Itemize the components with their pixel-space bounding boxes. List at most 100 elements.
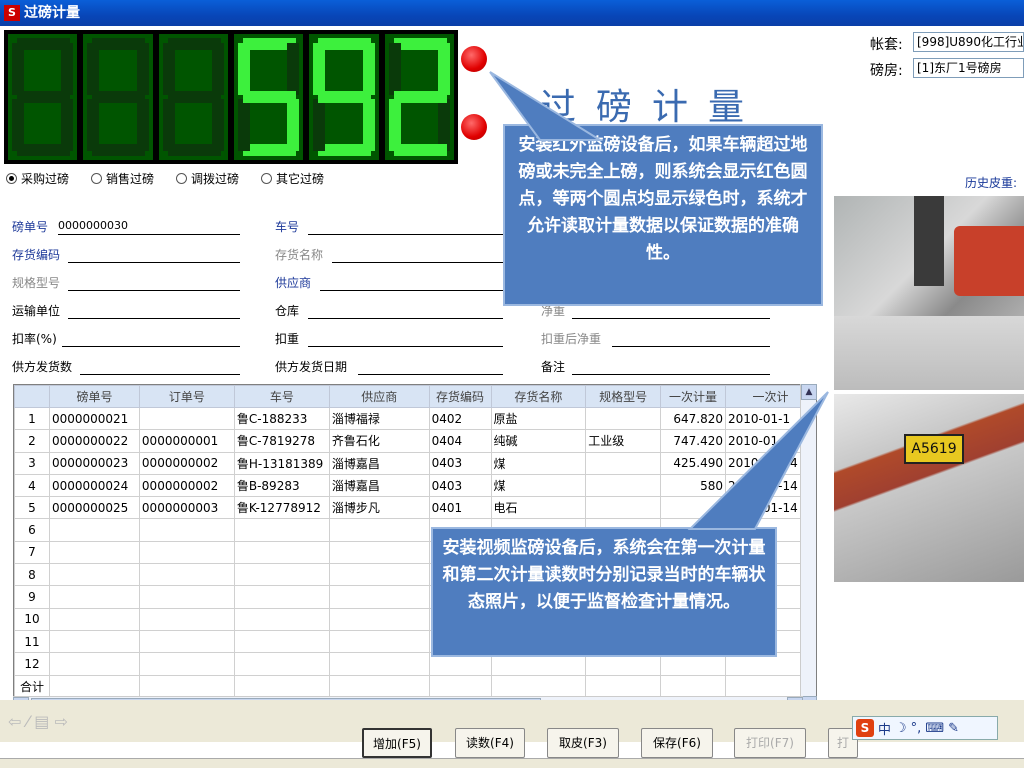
- ime-toolbar[interactable]: S 中 ☽ °, ⌨ ✎: [852, 716, 998, 740]
- table-cell[interactable]: [48, 563, 140, 587]
- table-row[interactable]: 合计: [14, 674, 816, 698]
- table-cell[interactable]: 鲁C-7819278: [233, 429, 330, 453]
- table-cell[interactable]: 工业级: [585, 429, 662, 453]
- table-row[interactable]: 2 0000000022 0000000001 鲁C-7819278 齐鲁石化 0404 纯…: [14, 429, 816, 453]
- table-cell[interactable]: 0000000002: [138, 473, 235, 498]
- column-header[interactable]: 车号: [233, 385, 330, 408]
- table-cell[interactable]: 580: [660, 473, 726, 498]
- table-cell[interactable]: [233, 607, 330, 631]
- table-cell[interactable]: [138, 629, 235, 654]
- table-cell[interactable]: [48, 518, 140, 542]
- table-cell[interactable]: [328, 674, 430, 698]
- table-cell[interactable]: 425.490: [660, 451, 726, 475]
- table-cell[interactable]: [233, 629, 330, 654]
- radio-weigh-type[interactable]: 其它过磅: [261, 170, 324, 187]
- table-cell[interactable]: 淄博福禄: [328, 406, 430, 431]
- table-vertical-scrollbar[interactable]: ▲ ▼: [800, 384, 817, 712]
- table-cell[interactable]: 淄博步凡: [328, 496, 430, 520]
- table-cell[interactable]: [328, 607, 430, 631]
- table-cell[interactable]: 纯碱: [490, 429, 587, 453]
- table-cell[interactable]: 0403: [428, 451, 492, 475]
- history-tare-link[interactable]: 历史皮重:: [965, 174, 1017, 191]
- column-header[interactable]: 一次计量: [660, 385, 726, 408]
- table-cell[interactable]: 鲁H-13181389: [233, 451, 330, 475]
- table-cell[interactable]: [585, 473, 662, 498]
- table-cell[interactable]: [138, 585, 235, 609]
- table-cell[interactable]: 0402: [428, 406, 492, 431]
- table-cell[interactable]: 电石: [490, 496, 587, 520]
- table-cell[interactable]: 鲁B-89283: [233, 473, 330, 498]
- table-cell[interactable]: [233, 585, 330, 609]
- remark-field[interactable]: [572, 374, 770, 375]
- table-cell[interactable]: [328, 585, 430, 609]
- table-cell[interactable]: [328, 629, 430, 654]
- table-cell[interactable]: 0000000001: [138, 429, 235, 453]
- table-cell[interactable]: 0404: [428, 429, 492, 453]
- sup-date-field[interactable]: [358, 374, 503, 375]
- action-button[interactable]: 增加(F5): [362, 728, 432, 758]
- table-cell[interactable]: [660, 674, 726, 698]
- table-cell[interactable]: [138, 518, 235, 542]
- net-after-field[interactable]: [612, 346, 770, 347]
- column-header[interactable]: 存货编码: [428, 385, 492, 408]
- radio-circle-icon[interactable]: [176, 173, 188, 184]
- scroll-up-icon[interactable]: ▲: [801, 384, 817, 400]
- table-cell[interactable]: [328, 563, 430, 587]
- table-cell[interactable]: [428, 674, 492, 698]
- table-cell[interactable]: [585, 496, 662, 520]
- ticket-no-value[interactable]: 0000000030: [58, 219, 128, 232]
- table-cell[interactable]: [48, 629, 140, 654]
- table-cell[interactable]: [138, 406, 235, 431]
- table-cell[interactable]: [660, 496, 726, 520]
- table-row[interactable]: 3 0000000023 0000000002 鲁H-13181389 淄博嘉昌 0403…: [14, 451, 816, 475]
- warehouse-field[interactable]: [308, 318, 503, 319]
- table-cell[interactable]: 淄博嘉昌: [328, 473, 430, 498]
- table-cell[interactable]: [138, 563, 235, 587]
- inv-code-field[interactable]: [68, 262, 240, 263]
- table-cell[interactable]: [138, 540, 235, 565]
- spec-field[interactable]: [68, 290, 240, 291]
- table-cell[interactable]: 0000000021: [48, 406, 140, 431]
- table-row[interactable]: 4 0000000024 0000000002 鲁B-89283 淄博嘉昌 0403 煤 58…: [14, 473, 816, 498]
- transport-field[interactable]: [68, 318, 240, 319]
- radio-weigh-type[interactable]: 调拨过磅: [176, 170, 239, 187]
- table-cell[interactable]: 0000000002: [138, 451, 235, 475]
- table-cell[interactable]: 0000000024: [48, 473, 140, 498]
- supplier-field[interactable]: [320, 290, 503, 291]
- table-cell[interactable]: [233, 518, 330, 542]
- table-cell[interactable]: [490, 674, 587, 698]
- table-cell[interactable]: [233, 540, 330, 565]
- radio-weigh-type[interactable]: 采购过磅: [6, 170, 69, 187]
- column-header[interactable]: 规格型号: [585, 385, 662, 408]
- column-header[interactable]: 供应商: [328, 385, 430, 408]
- table-cell[interactable]: 原盐: [490, 406, 587, 431]
- column-header[interactable]: 磅单号: [48, 385, 140, 408]
- table-cell[interactable]: [48, 652, 140, 676]
- table-cell[interactable]: [138, 674, 235, 698]
- table-cell[interactable]: [233, 563, 330, 587]
- table-cell[interactable]: 0000000023: [48, 451, 140, 475]
- table-cell[interactable]: [585, 406, 662, 431]
- table-cell[interactable]: [328, 540, 430, 565]
- room-field[interactable]: [1]东厂1号磅房: [913, 58, 1024, 78]
- table-cell[interactable]: [138, 607, 235, 631]
- table-cell[interactable]: 0403: [428, 473, 492, 498]
- radio-circle-icon[interactable]: [261, 173, 273, 184]
- table-cell[interactable]: 鲁C-188233: [233, 406, 330, 431]
- deduct-field[interactable]: [308, 346, 503, 347]
- radio-weigh-type[interactable]: 销售过磅: [91, 170, 154, 187]
- truck-no-field[interactable]: [308, 234, 503, 235]
- table-cell[interactable]: [328, 652, 430, 676]
- table-cell[interactable]: [48, 607, 140, 631]
- inv-name-field[interactable]: [332, 262, 503, 263]
- table-cell[interactable]: 0000000003: [138, 496, 235, 520]
- table-cell[interactable]: [328, 518, 430, 542]
- sup-qty-field[interactable]: [80, 374, 240, 375]
- table-cell[interactable]: [48, 585, 140, 609]
- table-cell[interactable]: 0000000025: [48, 496, 140, 520]
- table-cell[interactable]: 煤: [490, 451, 587, 475]
- radio-circle-icon[interactable]: [6, 173, 17, 184]
- table-cell[interactable]: [48, 540, 140, 565]
- action-button[interactable]: 取皮(F3): [547, 728, 619, 758]
- column-header[interactable]: [14, 385, 50, 408]
